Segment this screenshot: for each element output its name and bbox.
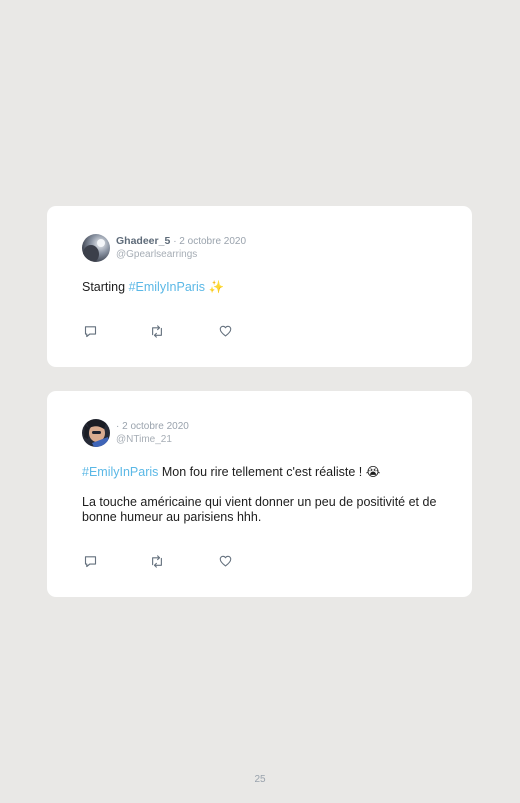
tweet-text-after: ✨ [204,280,225,294]
tweet-date: · 2 octobre 2020 [116,421,189,432]
tweet-text: #EmilyInParis Mon fou rire tellement c'e… [82,465,442,480]
hashtag-link[interactable]: #EmilyInParis [129,280,205,294]
avatar[interactable] [82,234,110,262]
like-icon[interactable] [217,553,233,569]
tweet-text-before: Starting [82,280,129,294]
tweet-text-paragraph: La touche américaine qui vient donner un… [82,495,437,524]
page-number: 25 [254,774,266,785]
reply-icon[interactable] [82,553,98,569]
retweet-icon[interactable] [149,323,165,339]
retweet-icon[interactable] [149,553,165,569]
tweet-text: Starting #EmilyInParis ✨ [82,280,442,295]
tweet-meta: Ghadeer_5 · 2 octobre 2020 @Gpearlsearri… [116,235,246,261]
hashtag-link[interactable]: #EmilyInParis [82,465,158,479]
username[interactable]: Ghadeer_5 [116,235,170,247]
tweet-card: · 2 octobre 2020 @NTime_21 #EmilyInParis… [47,391,472,597]
user-handle[interactable]: @Gpearlsearrings [116,248,246,261]
tweet-text-after: Mon fou rire tellement c'est réaliste ! … [158,465,381,479]
user-handle[interactable]: @NTime_21 [116,433,189,446]
tweet-card: Ghadeer_5 · 2 octobre 2020 @Gpearlsearri… [47,206,472,367]
tweet-meta: · 2 octobre 2020 @NTime_21 [116,420,189,446]
avatar[interactable] [82,419,110,447]
reply-icon[interactable] [82,323,98,339]
like-icon[interactable] [217,323,233,339]
tweet-date: · 2 octobre 2020 [173,236,247,247]
